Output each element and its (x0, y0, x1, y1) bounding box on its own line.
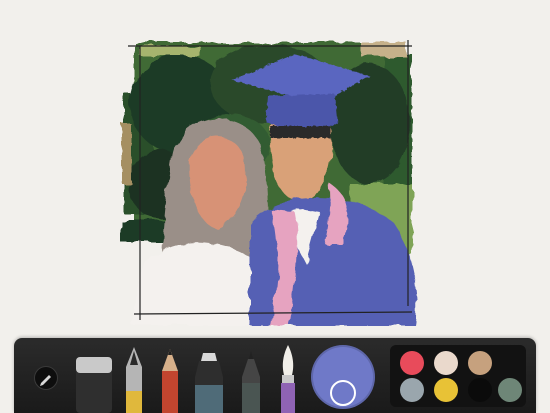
eraser-icon (76, 357, 112, 373)
swatch-black[interactable] (468, 378, 492, 402)
color-swatch-panel (390, 345, 526, 407)
watercolor-graduation-portrait (120, 40, 418, 326)
fountain-pen-tool[interactable] (122, 345, 146, 413)
swatch-tan[interactable] (468, 351, 492, 375)
thin-marker-icon (242, 383, 260, 413)
pencil-icon (40, 375, 51, 386)
swatch-red[interactable] (400, 351, 424, 375)
color-mixer-button[interactable] (311, 345, 375, 409)
tool-tray (14, 338, 536, 413)
brush-tool[interactable] (276, 343, 300, 413)
paper-app (0, 0, 550, 413)
swatch-yellow[interactable] (434, 378, 458, 402)
edit-button[interactable] (34, 366, 58, 390)
pencil-tool-icon (162, 371, 178, 413)
swatch-cream[interactable] (434, 351, 458, 375)
brush-icon (281, 383, 295, 413)
drawing-canvas[interactable] (0, 0, 550, 336)
marker-icon (195, 385, 223, 413)
thin-marker-tool[interactable] (238, 347, 264, 413)
swatch-gray-blue[interactable] (400, 378, 424, 402)
pencil-tool[interactable] (158, 347, 182, 413)
marker-tool[interactable] (191, 347, 227, 413)
current-color-indicator (330, 380, 356, 406)
fountain-pen-icon (126, 391, 142, 413)
eraser-tool[interactable] (72, 355, 116, 413)
swatch-sage[interactable] (498, 378, 522, 402)
